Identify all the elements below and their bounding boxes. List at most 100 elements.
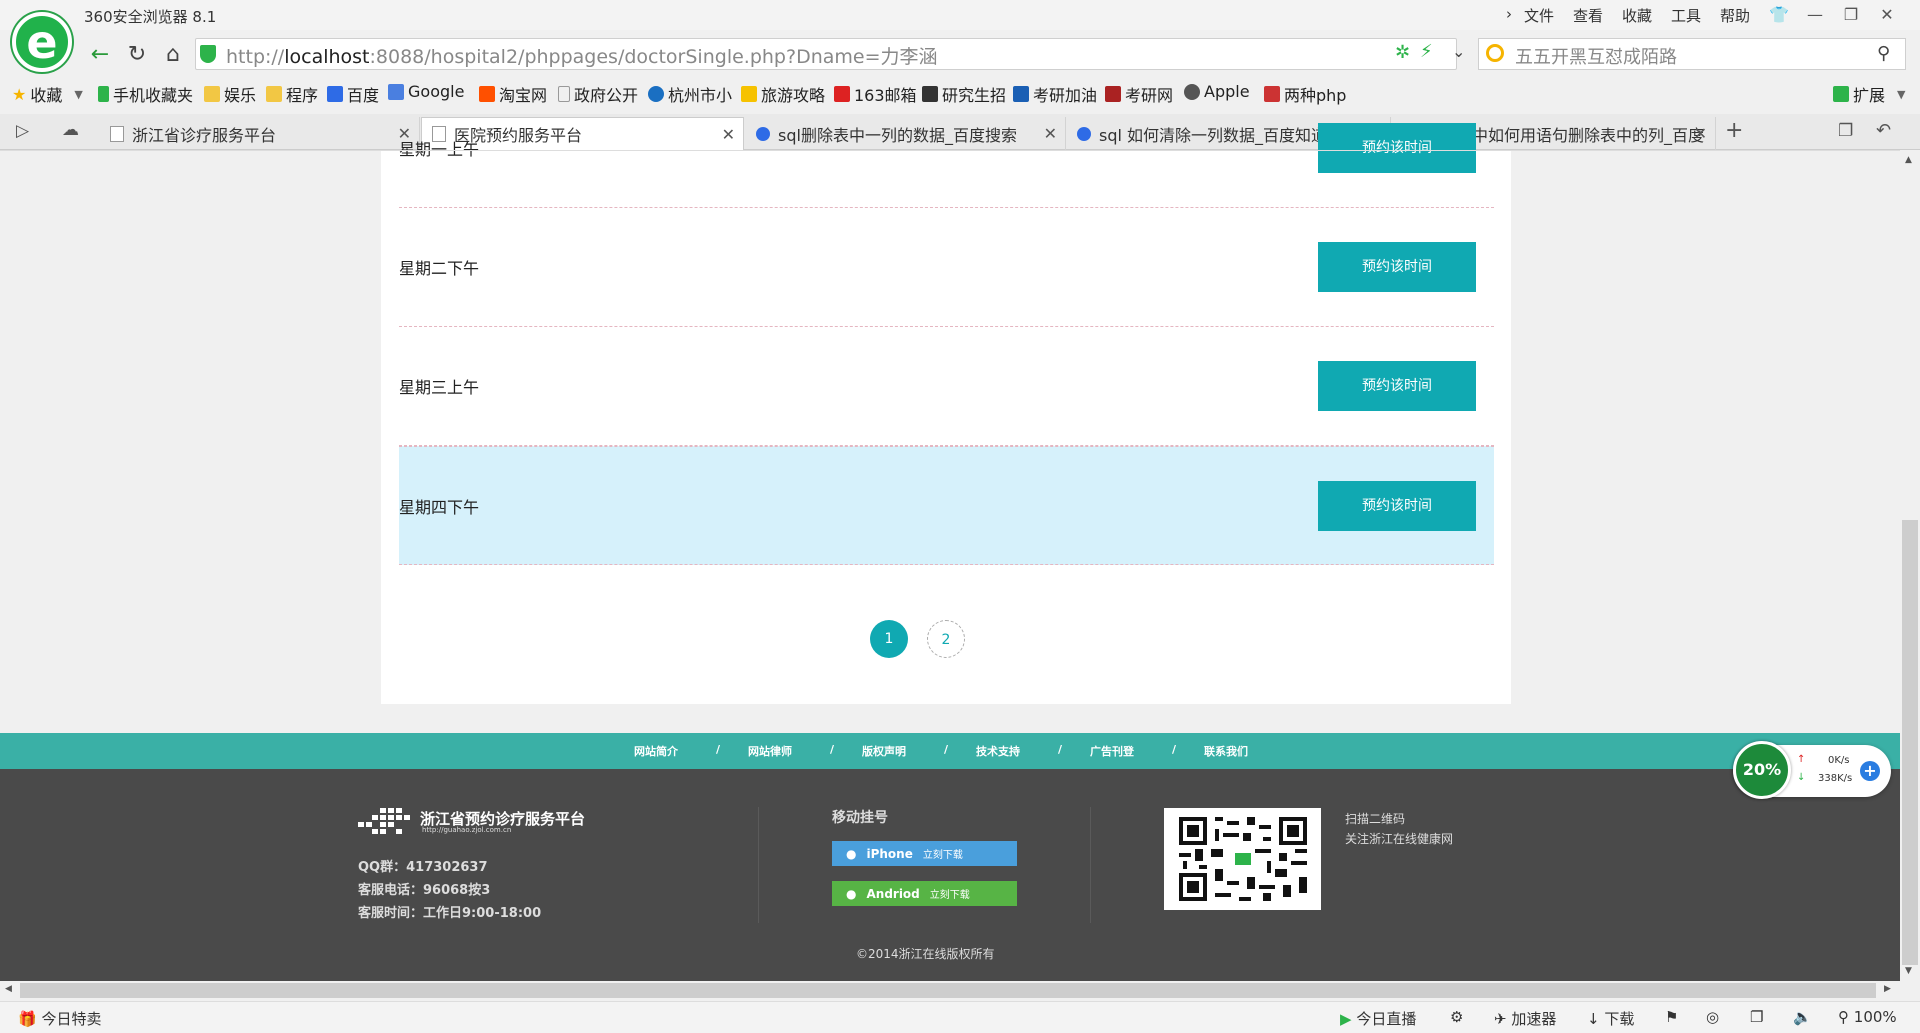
home-icon[interactable]: ⌂ [158,40,188,70]
gift-icon: 🎁 [18,1010,37,1028]
skin-icon[interactable]: 👕 [1764,2,1794,28]
menu-help[interactable]: 帮助 [1720,5,1750,26]
vertical-scroll-thumb[interactable] [1902,520,1918,965]
footer-link-support[interactable]: 技术支持 [976,743,1020,759]
menu-chevron-icon[interactable]: › [1506,5,1512,23]
secure-shield-icon [200,45,216,63]
url-dropdown-icon[interactable]: ⌄ [1452,42,1465,61]
qr-code-image [1164,808,1321,910]
speed-mode-icon[interactable]: ✲ [1395,42,1410,63]
folder-icon [266,86,282,102]
page-icon [110,125,124,142]
footer-separator: / [830,743,835,756]
footer-link-about[interactable]: 网站简介 [634,743,678,759]
extensions-button[interactable]: 扩展 ▼ [1833,82,1905,106]
footer-separator: / [1172,743,1177,756]
copyright-text: ©2014浙江在线版权所有 [856,947,995,961]
refresh-icon[interactable]: ↻ [122,40,152,70]
book-time-button[interactable]: 预约该时间 [1318,480,1476,531]
book-time-button[interactable]: 预约该时间 [1318,361,1476,411]
android-download-button[interactable]: ● Andriod 立刻下载 [832,881,1017,906]
book-time-button[interactable]: 预约该时间 [1318,123,1476,173]
ie-icon[interactable]: ◎ [1706,1008,1719,1026]
download-icon: ↓ [1587,1010,1600,1028]
search-placeholder: 五五开黑互怼成陌路 [1515,47,1677,68]
upload-speed: 0K/s [1828,755,1850,766]
horizontal-scroll-thumb[interactable] [20,983,1876,998]
sidebar-toggle-icon[interactable]: ▷ [16,121,29,141]
bookmark-baidu[interactable]: 百度 [327,82,379,106]
zoom-control[interactable]: ⚲ 100% [1838,1008,1897,1026]
bookmark-favorites[interactable]: ★ 收藏 ▼ [12,82,83,106]
footer-link-lawyer[interactable]: 网站律师 [748,743,792,759]
volume-icon[interactable]: 🔈 [1793,1008,1812,1026]
search-engine-icon [1486,44,1504,62]
rocket-icon: ✈ [1494,1010,1507,1028]
minimize-button[interactable]: — [1800,2,1830,28]
add-icon[interactable]: + [1860,761,1880,781]
menu-view[interactable]: 查看 [1573,5,1603,26]
dropdown-icon[interactable]: ▼ [74,88,82,101]
iphone-download-button[interactable]: ● iPhone 立刻下载 [832,841,1017,866]
footer-separator: / [944,743,949,756]
menu-file[interactable]: 文件 [1524,5,1554,26]
footer-nav [0,733,1900,769]
book-time-button[interactable]: 预约该时间 [1318,242,1476,292]
menu-favorites[interactable]: 收藏 [1622,5,1652,26]
cloud-icon[interactable]: ☁ [62,120,79,140]
close-button[interactable]: ✕ [1872,2,1902,28]
lightning-icon[interactable]: ⚡ [1420,41,1433,62]
footer-link-copyright[interactable]: 版权声明 [862,743,906,759]
download-arrow-icon: ↓ [1797,772,1806,783]
folder-icon [204,86,220,102]
window-icon[interactable]: ❐ [1750,1008,1763,1026]
app-name: 360安全浏览器 8.1 [84,8,217,26]
new-tab-icon[interactable]: + [1725,118,1743,143]
play-icon: ▶ [1340,1010,1352,1028]
platform-logo-url: http://guahao.zjol.com.cn [422,826,512,834]
scroll-down-icon[interactable]: ▼ [1905,966,1912,976]
upload-arrow-icon: ↑ [1797,754,1806,765]
schedule-row: 星期一上午 预约该时间 [399,89,1494,208]
back-icon[interactable]: ← [85,40,115,70]
download-button[interactable]: ↓ 下载 [1587,1008,1634,1029]
qr-caption-scan: 扫描二维码 [1345,812,1406,826]
page-1-button[interactable]: 1 [870,620,908,658]
apple-icon: ● [846,846,857,861]
tab-list-icon[interactable]: ❐ [1838,121,1853,141]
undo-close-icon[interactable]: ↶ [1876,120,1891,141]
daily-deals-button[interactable]: 🎁 今日特卖 [18,1008,101,1029]
close-tab-icon[interactable]: ✕ [1694,124,1707,143]
bookmark-mobile[interactable]: 手机收藏夹 [98,82,193,106]
schedule-row: 星期二下午 预约该时间 [399,208,1494,327]
scroll-right-icon[interactable]: ▶ [1884,984,1891,994]
bookmark-entertainment[interactable]: 娱乐 [204,82,256,106]
restore-button[interactable]: ❐ [1836,2,1866,28]
footer-hours: 客服时间：工作日9:00-18:00 [358,906,542,921]
scroll-up-icon[interactable]: ▲ [1905,155,1912,165]
footer-link-contact[interactable]: 联系我们 [1204,743,1248,759]
accelerator-button[interactable]: ✈ 加速器 [1494,1008,1556,1029]
mobile-register-title: 移动挂号 [832,810,888,826]
page-2-button[interactable]: 2 [927,620,965,658]
search-icon[interactable]: ⚲ [1877,43,1890,64]
flag-icon[interactable]: ⚑ [1665,1008,1678,1026]
memory-usage-circle[interactable]: 20% [1733,741,1791,799]
schedule-time-label: 星期二下午 [399,259,480,278]
dropdown-icon[interactable]: ▼ [1897,88,1905,101]
schedule-time-label: 星期四下午 [399,497,480,517]
footer-link-ads[interactable]: 广告刊登 [1090,743,1134,759]
bookmark-programs[interactable]: 程序 [266,82,318,106]
tab-zhejiang[interactable]: 浙江省诊疗服务平台 ✕ [100,117,420,150]
menu-tools[interactable]: 工具 [1671,5,1701,26]
live-button[interactable]: ▶ 今日直播 [1340,1008,1416,1029]
url-text[interactable]: http://localhost:8088/hospital2/phppages… [226,42,938,69]
browser-logo-icon[interactable]: e [12,12,72,72]
tools-icon[interactable]: ⚙ [1450,1008,1463,1026]
footer-phone: 客服电话：96068按3 [358,883,491,898]
browser-window: e 360安全浏览器 8.1 › 文件 查看 收藏 工具 帮助 👕 — ❐ ✕ … [0,0,1920,1033]
divider [0,150,1900,151]
download-speed: 338K/s [1818,773,1853,784]
star-icon: ★ [12,84,27,104]
scroll-left-icon[interactable]: ◀ [5,984,12,994]
